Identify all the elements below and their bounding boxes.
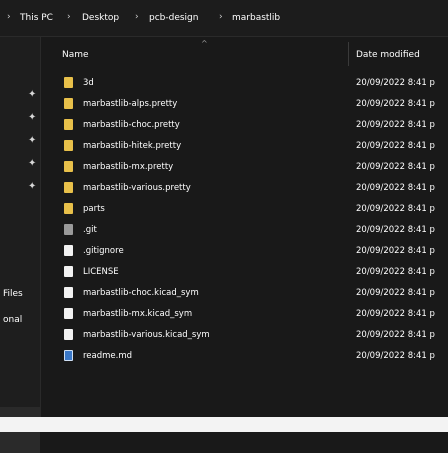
pin-icon: ✦ [28,158,37,169]
list-item[interactable]: readme.md 20/09/2022 8:41 p [56,345,448,366]
file-date: 20/09/2022 8:41 p [356,141,435,151]
column-resize-handle[interactable] [348,42,349,66]
folder-icon [64,203,73,214]
folder-icon [64,77,73,88]
file-name: LICENSE [83,267,119,277]
file-name: marbastlib-various.kicad_sym [83,330,210,340]
list-item[interactable]: parts 20/09/2022 8:41 p [56,198,448,219]
column-header: Name ^ Date modified [56,38,448,70]
sort-up-icon: ^ [201,39,208,48]
list-item[interactable]: 3d 20/09/2022 8:41 p [56,72,448,93]
file-date: 20/09/2022 8:41 p [356,120,435,130]
file-date: 20/09/2022 8:41 p [356,330,435,340]
list-item[interactable]: marbastlib-mx.kicad_sym 20/09/2022 8:41 … [56,303,448,324]
file-date: 20/09/2022 8:41 p [356,309,435,319]
breadcrumb-desktop[interactable]: Desktop [82,13,119,23]
list-item[interactable]: marbastlib-mx.pretty 20/09/2022 8:41 p [56,156,448,177]
list-item[interactable]: marbastlib-various.pretty 20/09/2022 8:4… [56,177,448,198]
breadcrumb-marbastlib[interactable]: marbastlib [232,13,280,23]
file-date: 20/09/2022 8:41 p [356,183,435,193]
folder-icon [64,161,73,172]
pin-icon: ✦ [28,112,37,123]
file-name: marbastlib-various.pretty [83,183,191,193]
file-name: readme.md [83,351,133,361]
chevron-right-icon[interactable]: › [135,12,139,22]
status-bar [0,417,448,432]
folder-icon [64,119,73,130]
file-name: marbastlib-choc.kicad_sym [83,288,199,298]
folder-icon [64,140,73,151]
file-icon [64,287,73,298]
file-name: .gitignore [83,246,124,256]
chevron-right-icon[interactable]: › [67,12,71,22]
file-name: 3d [83,78,94,88]
breadcrumb-pcb-design[interactable]: pcb-design [149,13,198,23]
folder-icon [64,98,73,109]
list-item[interactable]: LICENSE 20/09/2022 8:41 p [56,261,448,282]
file-name: parts [83,204,105,214]
navigation-pane[interactable]: ✦ ✦ ✦ ✦ ✦ Files onal [0,37,41,453]
file-date: 20/09/2022 8:41 p [356,99,435,109]
list-item[interactable]: .gitignore 20/09/2022 8:41 p [56,240,448,261]
file-date: 20/09/2022 8:41 p [356,288,435,298]
nav-item-files[interactable]: Files [3,289,23,299]
chevron-right-icon[interactable]: › [7,12,11,22]
column-header-name[interactable]: Name [62,50,89,60]
hidden-file-icon [64,224,73,235]
chevron-right-icon[interactable]: › [219,12,223,22]
file-name: marbastlib-choc.pretty [83,120,180,130]
pin-icon: ✦ [28,181,37,192]
folder-icon [64,182,73,193]
file-name: marbastlib-mx.pretty [83,162,174,172]
pane-divider[interactable] [40,37,41,417]
file-date: 20/09/2022 8:41 p [356,162,435,172]
file-name: marbastlib-alps.pretty [83,99,178,109]
pin-icon: ✦ [28,135,37,146]
file-date: 20/09/2022 8:41 p [356,246,435,256]
file-date: 20/09/2022 8:41 p [356,78,435,88]
file-name: marbastlib-hitek.pretty [83,141,182,151]
breadcrumb-this-pc[interactable]: This PC [20,13,53,23]
nav-item-personal[interactable]: onal [3,315,22,325]
list-item[interactable]: marbastlib-choc.pretty 20/09/2022 8:41 p [56,114,448,135]
markdown-file-icon [64,350,73,361]
list-item[interactable]: marbastlib-alps.pretty 20/09/2022 8:41 p [56,93,448,114]
address-bar[interactable]: › This PC › Desktop › pcb-design › marba… [0,0,448,37]
file-date: 20/09/2022 8:41 p [356,351,435,361]
file-date: 20/09/2022 8:41 p [356,204,435,214]
column-header-date-modified[interactable]: Date modified [356,50,420,60]
file-icon [64,329,73,340]
file-name: .git [83,225,97,235]
file-date: 20/09/2022 8:41 p [356,225,435,235]
file-icon [64,308,73,319]
list-item[interactable]: marbastlib-hitek.pretty 20/09/2022 8:41 … [56,135,448,156]
file-icon [64,266,73,277]
pin-icon: ✦ [28,89,37,100]
list-item[interactable]: marbastlib-various.kicad_sym 20/09/2022 … [56,324,448,345]
file-date: 20/09/2022 8:41 p [356,267,435,277]
list-item[interactable]: marbastlib-choc.kicad_sym 20/09/2022 8:4… [56,282,448,303]
file-icon [64,245,73,256]
file-list: 3d 20/09/2022 8:41 p marbastlib-alps.pre… [56,72,448,366]
list-item[interactable]: .git 20/09/2022 8:41 p [56,219,448,240]
file-name: marbastlib-mx.kicad_sym [83,309,193,319]
